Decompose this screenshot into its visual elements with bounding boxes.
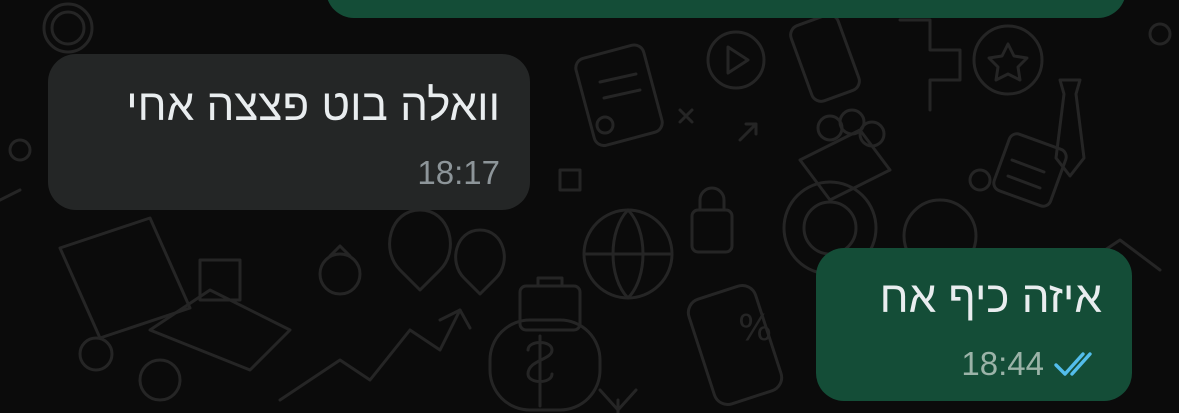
- incoming-message-bubble[interactable]: וואלה בוט פצצה אחי 18:17: [48, 54, 530, 210]
- outgoing-message-text: איזה כיף אח: [879, 273, 1102, 322]
- outgoing-message-time: 18:44: [961, 345, 1044, 382]
- previous-outgoing-message-bubble[interactable]: [326, 0, 1126, 18]
- outgoing-message-bubble[interactable]: איזה כיף אח 18:44: [816, 248, 1132, 401]
- svg-text:%: %: [738, 308, 772, 349]
- incoming-message-meta: 18:17: [417, 154, 500, 192]
- outgoing-message-meta: 18:44: [961, 345, 1102, 383]
- incoming-message-time: 18:17: [417, 154, 500, 191]
- double-check-read-icon: [1054, 352, 1092, 376]
- incoming-message-text: וואלה בוט פצצה אחי: [126, 81, 500, 130]
